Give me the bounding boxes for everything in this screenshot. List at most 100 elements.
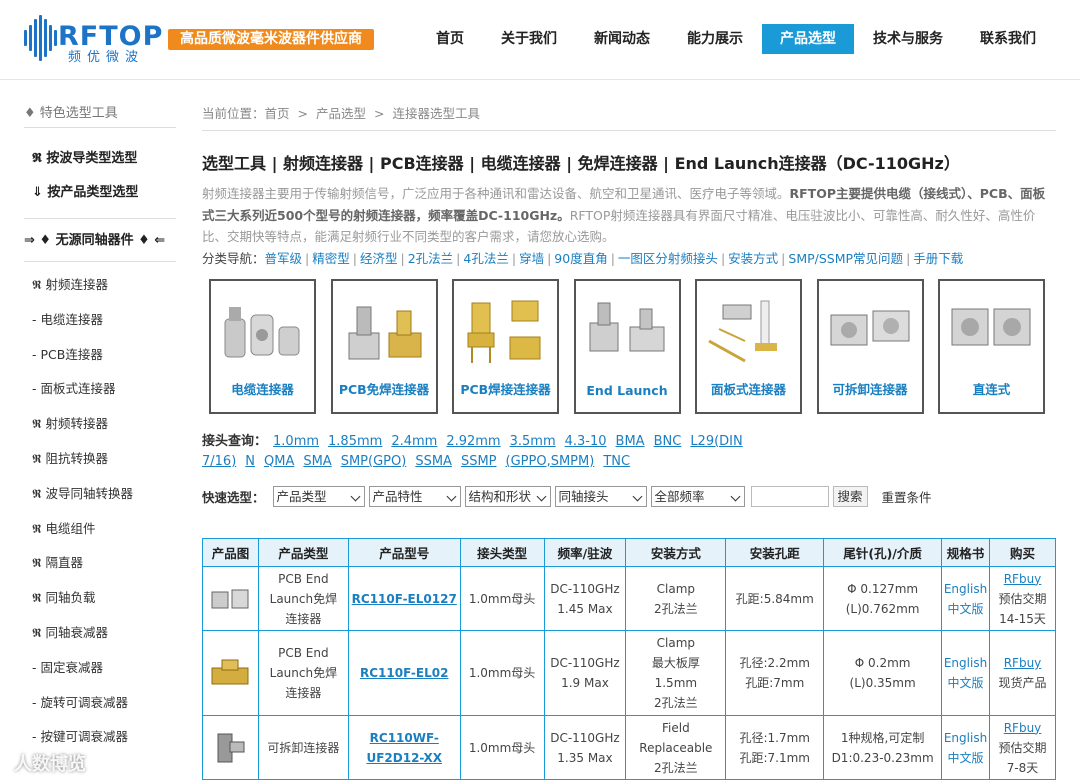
- iface-gppo-smpm[interactable]: (GPPO,SMPM): [506, 454, 595, 469]
- spec-english-link[interactable]: English: [944, 731, 987, 745]
- th-hole: 安装孔距: [725, 538, 825, 567]
- category-precision[interactable]: 精密型: [312, 251, 350, 266]
- card-pcb-solderless[interactable]: PCB免焊连接器: [330, 278, 438, 414]
- card-panel-connector[interactable]: 面板式连接器: [695, 278, 802, 414]
- sidebar-link-product-type[interactable]: ⇓ 按产品类型选型: [24, 176, 176, 210]
- desc-part1: 射频连接器主要用于传输射频信号，广泛应用于各种通讯和雷达设备、航空和卫星通讯、医…: [202, 186, 790, 201]
- iface-1-85mm[interactable]: 1.85mm: [328, 434, 382, 449]
- sidebar-item-rf-connector[interactable]: 𝕽 射频连接器: [24, 268, 176, 303]
- iface-sma[interactable]: SMA: [303, 454, 331, 469]
- iface-4-3-10[interactable]: 4.3-10: [565, 434, 607, 449]
- sidebar-item-rotary-attenuator[interactable]: - 旋转可调衰减器: [24, 686, 176, 721]
- sidebar-item-coax-attenuator[interactable]: 𝕽 同轴衰减器: [24, 616, 176, 651]
- sidebar-item-pcb-connector[interactable]: - PCB连接器: [24, 338, 176, 373]
- sidebar-link-waveguide[interactable]: 𝕽 按波导类型选型: [24, 142, 176, 176]
- category-2-hole-flange[interactable]: 2孔法兰: [408, 251, 453, 266]
- sidebar-item-coax-load[interactable]: 𝕽 同轴负载: [24, 581, 176, 616]
- card-pcb-solder[interactable]: PCB焊接连接器: [452, 278, 559, 414]
- category-military[interactable]: 普军级: [265, 251, 303, 266]
- product-image-icon[interactable]: [212, 730, 248, 766]
- category-manual-download[interactable]: 手册下载: [913, 251, 963, 266]
- iface-qma[interactable]: QMA: [264, 454, 294, 469]
- product-model-link[interactable]: RC110WF- UF2D12-XX: [366, 731, 441, 765]
- sidebar-item-cable-connector[interactable]: - 电缆连接器: [24, 303, 176, 338]
- nav-news[interactable]: 新闻动态: [576, 24, 668, 54]
- nav-contact[interactable]: 联系我们: [962, 24, 1054, 54]
- category-smp-faq[interactable]: SMP/SSMP常见问题: [788, 251, 903, 266]
- iface-2-92mm[interactable]: 2.92mm: [446, 434, 500, 449]
- nav-home[interactable]: 首页: [418, 24, 482, 54]
- card-label: 面板式连接器: [710, 381, 786, 397]
- reset-conditions-link[interactable]: 重置条件: [882, 487, 932, 506]
- nav-about[interactable]: 关于我们: [483, 24, 575, 54]
- category-one-chart[interactable]: 一图区分射频接头: [618, 251, 718, 266]
- nav-product-selection[interactable]: 产品选型: [762, 24, 854, 54]
- rfbuy-link[interactable]: RFbuy: [1004, 572, 1042, 586]
- iface-ssma[interactable]: SSMA: [415, 454, 452, 469]
- sidebar-item-panel-connector[interactable]: - 面板式连接器: [24, 372, 176, 407]
- select-coax-connector[interactable]: 同轴接头: [554, 486, 647, 507]
- connector-type-cell: 1.0mm母头: [459, 715, 545, 780]
- product-model-cell: RC110F-EL0127: [347, 566, 461, 631]
- select-product-feature[interactable]: 产品特性: [368, 486, 461, 507]
- card-end-launch[interactable]: End Launch: [573, 278, 681, 414]
- direct-connector-image-icon: [951, 308, 1031, 345]
- sidebar-item-rf-adapter[interactable]: 𝕽 射频转接器: [24, 407, 176, 442]
- frequency-cell: DC-110GHz 1.35 Max: [543, 715, 627, 780]
- quick-select: 快速选型： 产品类型 产品特性 结构和形状 同轴接头 全部频率 搜索 重置条件: [202, 486, 1056, 508]
- product-model-cell: RC110WF- UF2D12-XX: [347, 715, 461, 780]
- search-button[interactable]: 搜索: [832, 486, 868, 507]
- card-cable-connector[interactable]: 电缆连接器: [209, 278, 316, 414]
- nav-capability[interactable]: 能力展示: [669, 24, 761, 54]
- iface-smp[interactable]: SMP(GPO): [341, 454, 407, 469]
- iface-3-5mm[interactable]: 3.5mm: [510, 434, 556, 449]
- spec-english-link[interactable]: English: [944, 656, 987, 670]
- rfbuy-link[interactable]: RFbuy: [1004, 656, 1042, 670]
- breadcrumb-current[interactable]: 连接器选型工具: [393, 106, 481, 121]
- product-model-link[interactable]: RC110F-EL0127: [352, 592, 457, 606]
- spec-english-link[interactable]: English: [944, 582, 987, 596]
- card-detachable-connector[interactable]: 可拆卸连接器: [816, 278, 924, 414]
- table-row: PCB End Launch免焊 连接器 RC110F-EL0127 1.0mm母头…: [202, 566, 1056, 631]
- panel-connector-image-icon: [708, 300, 777, 362]
- breadcrumb-home[interactable]: 首页: [265, 106, 290, 121]
- iface-bnc[interactable]: BNC: [654, 434, 682, 449]
- spec-chinese-link[interactable]: 中文版: [948, 751, 984, 765]
- iface-n[interactable]: N: [245, 454, 255, 469]
- search-input[interactable]: [750, 486, 829, 507]
- th-image: 产品图: [202, 538, 259, 567]
- sidebar-item-cable-assembly[interactable]: 𝕽 电缆组件: [24, 512, 176, 547]
- nav-tech-service[interactable]: 技术与服务: [855, 24, 961, 54]
- iface-1-0mm[interactable]: 1.0mm: [273, 434, 319, 449]
- sidebar-item-fixed-attenuator[interactable]: - 固定衰减器: [24, 651, 176, 686]
- spec-chinese-link[interactable]: 中文版: [948, 676, 984, 690]
- rfbuy-link[interactable]: RFbuy: [1004, 721, 1042, 735]
- buy-cell: RFbuy 预估交期 7-8天: [989, 715, 1056, 780]
- select-product-type[interactable]: 产品类型: [272, 486, 365, 507]
- iface-ssmp[interactable]: SSMP: [461, 454, 497, 469]
- sidebar-item-waveguide-coax[interactable]: 𝕽 波导同轴转换器: [24, 477, 176, 512]
- th-mounting: 安装方式: [625, 538, 727, 567]
- breadcrumb-product-selection[interactable]: 产品选型: [316, 106, 366, 121]
- slogan-banner: 高品质微波毫米波器件供应商: [168, 29, 374, 50]
- iface-2-4mm[interactable]: 2.4mm: [391, 434, 437, 449]
- product-image-icon[interactable]: [210, 584, 250, 614]
- product-image-icon[interactable]: [208, 656, 252, 690]
- category-economy[interactable]: 经济型: [360, 251, 398, 266]
- product-model-link[interactable]: RC110F-EL02: [360, 666, 448, 680]
- sidebar-item-impedance-converter[interactable]: 𝕽 阻抗转换器: [24, 442, 176, 477]
- card-direct-connector[interactable]: 直连式: [938, 278, 1045, 414]
- iface-bma[interactable]: BMA: [616, 434, 645, 449]
- sidebar-section-passive-coax[interactable]: ⇒ ♦ 无源同轴器件 ♦ ⇐: [24, 218, 176, 262]
- select-frequency[interactable]: 全部频率: [650, 486, 745, 507]
- category-4-hole-flange[interactable]: 4孔法兰: [463, 251, 508, 266]
- iface-tnc[interactable]: TNC: [603, 454, 630, 469]
- select-structure[interactable]: 结构和形状: [464, 486, 551, 507]
- pcb-solder-image-icon: [467, 300, 541, 363]
- category-mounting[interactable]: 安装方式: [728, 251, 778, 266]
- category-right-angle[interactable]: 90度直角: [554, 251, 607, 266]
- spec-chinese-link[interactable]: 中文版: [948, 602, 984, 616]
- category-bulkhead[interactable]: 穿墙: [519, 251, 544, 266]
- sidebar-item-dc-block[interactable]: 𝕽 隔直器: [24, 546, 176, 581]
- logo[interactable]: RFTOP 频优微波: [24, 14, 174, 66]
